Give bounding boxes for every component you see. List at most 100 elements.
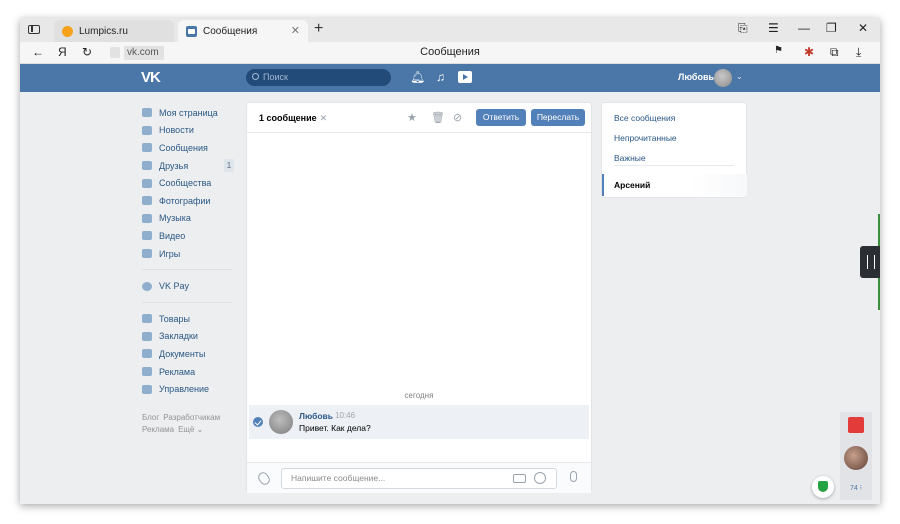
emoji-smile-icon[interactable] (534, 472, 546, 484)
menu-label: VK Pay (159, 281, 190, 292)
menu-item-vk-pay[interactable]: VK Pay (142, 277, 238, 295)
folder-important[interactable]: Важные (614, 153, 646, 163)
menu-label: Реклама (159, 366, 196, 377)
extension-puzzle-icon[interactable]: ⧉ (830, 45, 839, 60)
reply-button[interactable]: Ответить (476, 109, 526, 126)
camera-icon[interactable] (513, 474, 526, 483)
bookmark-flag-icon[interactable]: ⚑ (774, 45, 783, 56)
menu-item-goods[interactable]: Товары (142, 310, 238, 328)
right-widget: 74 ⁝ (840, 412, 872, 500)
menu-item-video[interactable]: Видео (142, 227, 238, 245)
tab-label: Сообщения (203, 25, 258, 37)
menu-label: Моя страница (159, 107, 218, 118)
tab-lumpics[interactable]: Lumpics.ru (54, 20, 174, 42)
footer-link-ads[interactable]: Реклама (142, 425, 174, 434)
menu-label: Закладки (159, 331, 198, 342)
message-author[interactable]: Любовь (299, 411, 333, 421)
message-folders: Все сообщения Непрочитанные Важные Арсен… (601, 102, 747, 198)
search-input[interactable]: Поиск (246, 69, 391, 86)
notifications-bell-icon[interactable]: 🔔︎ (410, 70, 425, 84)
message-row[interactable]: Любовь 10:46 Привет. Как дела? (249, 405, 589, 439)
close-tab-icon[interactable]: ✕ (291, 24, 300, 37)
chevron-down-icon[interactable]: ⌄ (736, 72, 743, 81)
gamepad-icon (142, 249, 152, 259)
folders-divider (614, 165, 734, 166)
selected-count-label: 1 сообщение (259, 113, 317, 123)
restore-icon[interactable]: ❐ (826, 21, 837, 35)
security-shield-icon[interactable] (812, 476, 834, 498)
compose-bar: Напишите сообщение... (247, 462, 591, 493)
document-icon (142, 349, 152, 359)
footer-link-more[interactable]: Ещё ⌄ (178, 425, 203, 434)
day-separator: сегодня (404, 391, 434, 400)
message-time: 10:46 (335, 411, 356, 420)
tab-messages[interactable]: Сообщения ✕ (178, 20, 308, 42)
message-avatar[interactable] (269, 410, 293, 434)
clear-selection-icon[interactable]: ✕ (320, 113, 328, 123)
footer-link-developers[interactable]: Разработчикам (163, 413, 220, 422)
star-icon (142, 331, 152, 341)
address-bar: ← Я ↻ vk.com Сообщения ⚑ ✱ ⧉ ⤓ (20, 42, 880, 64)
friend-avatar[interactable] (844, 446, 868, 470)
menu-divider (142, 269, 232, 271)
user-avatar[interactable] (714, 69, 732, 87)
search-placeholder: Поиск (263, 72, 288, 82)
tab-strip: Lumpics.ru Сообщения ✕ + ⎘ ☰ — ❐ ✕ (20, 18, 880, 42)
megaphone-icon (142, 367, 152, 377)
selected-check-icon[interactable] (253, 417, 263, 427)
menu-item-bookmarks[interactable]: Закладки (142, 328, 238, 346)
vk-favicon-icon (186, 25, 197, 37)
side-panel-handle[interactable] (860, 246, 880, 278)
folder-unread[interactable]: Непрочитанные (614, 133, 677, 143)
download-icon[interactable]: ⤓ (856, 45, 861, 60)
bookmarks-panel-icon[interactable]: ⎘ (738, 21, 748, 36)
forward-button[interactable]: Переслать (531, 109, 585, 126)
close-window-icon[interactable]: ✕ (858, 21, 868, 35)
menu-icon[interactable]: ☰ (768, 21, 779, 35)
menu-item-games[interactable]: Игры (142, 245, 238, 263)
microphone-icon[interactable] (570, 471, 577, 482)
vk-logo[interactable]: VK (141, 69, 161, 86)
menu-item-messages[interactable]: Сообщения (142, 139, 238, 157)
trash-icon[interactable]: 🗑︎ (431, 111, 445, 124)
menu-item-management[interactable]: Управление (142, 380, 238, 398)
menu-item-documents[interactable]: Документы (142, 345, 238, 363)
menu-item-my-page[interactable]: Моя страница (142, 104, 238, 122)
video-play-icon[interactable] (458, 71, 472, 83)
folder-all-messages[interactable]: Все сообщения (614, 113, 675, 123)
menu-divider (142, 301, 232, 303)
new-tab-button[interactable]: + (314, 20, 323, 38)
user-name[interactable]: Любовь (678, 72, 714, 82)
menu-label: Друзья (159, 160, 189, 171)
game-app-icon[interactable] (848, 417, 864, 433)
messages-icon (142, 143, 152, 153)
attach-paperclip-icon[interactable] (256, 470, 272, 487)
vk-header: VK Поиск 🔔︎ ♫ Любовь ⌄ (20, 64, 880, 92)
spam-block-icon[interactable]: ⊘ (453, 111, 462, 124)
left-menu: Моя страница Новости Сообщения Друзья 1 С… (142, 104, 238, 436)
menu-label: Игры (159, 248, 181, 259)
tabs-panel-icon[interactable] (26, 22, 42, 38)
extension-bug-icon[interactable]: ✱ (804, 45, 814, 59)
selected-count: 1 сообщение ✕ (259, 113, 327, 124)
lumpics-favicon-icon (62, 25, 73, 37)
star-icon[interactable]: ★ (407, 111, 417, 124)
menu-item-photos[interactable]: Фотографии (142, 192, 238, 210)
chat-name: Арсений (614, 180, 651, 190)
menu-item-ads[interactable]: Реклама (142, 363, 238, 381)
communities-icon (142, 178, 152, 188)
menu-label: Новости (159, 125, 194, 136)
music-icon[interactable]: ♫ (436, 70, 445, 84)
gamepad-icon (142, 384, 152, 394)
menu-item-friends[interactable]: Друзья 1 (142, 157, 238, 175)
message-input-placeholder: Напишите сообщение... (291, 473, 386, 483)
footer-link-blog[interactable]: Блог (142, 413, 159, 422)
minimize-icon[interactable]: — (798, 21, 810, 35)
folder-chat-selected[interactable]: Арсений (602, 174, 747, 196)
menu-item-news[interactable]: Новости (142, 122, 238, 140)
menu-item-music[interactable]: Музыка (142, 210, 238, 228)
friends-badge: 1 (224, 158, 234, 172)
page-title: Сообщения (420, 46, 480, 58)
vkpay-icon (142, 281, 152, 291)
menu-item-communities[interactable]: Сообщества (142, 174, 238, 192)
